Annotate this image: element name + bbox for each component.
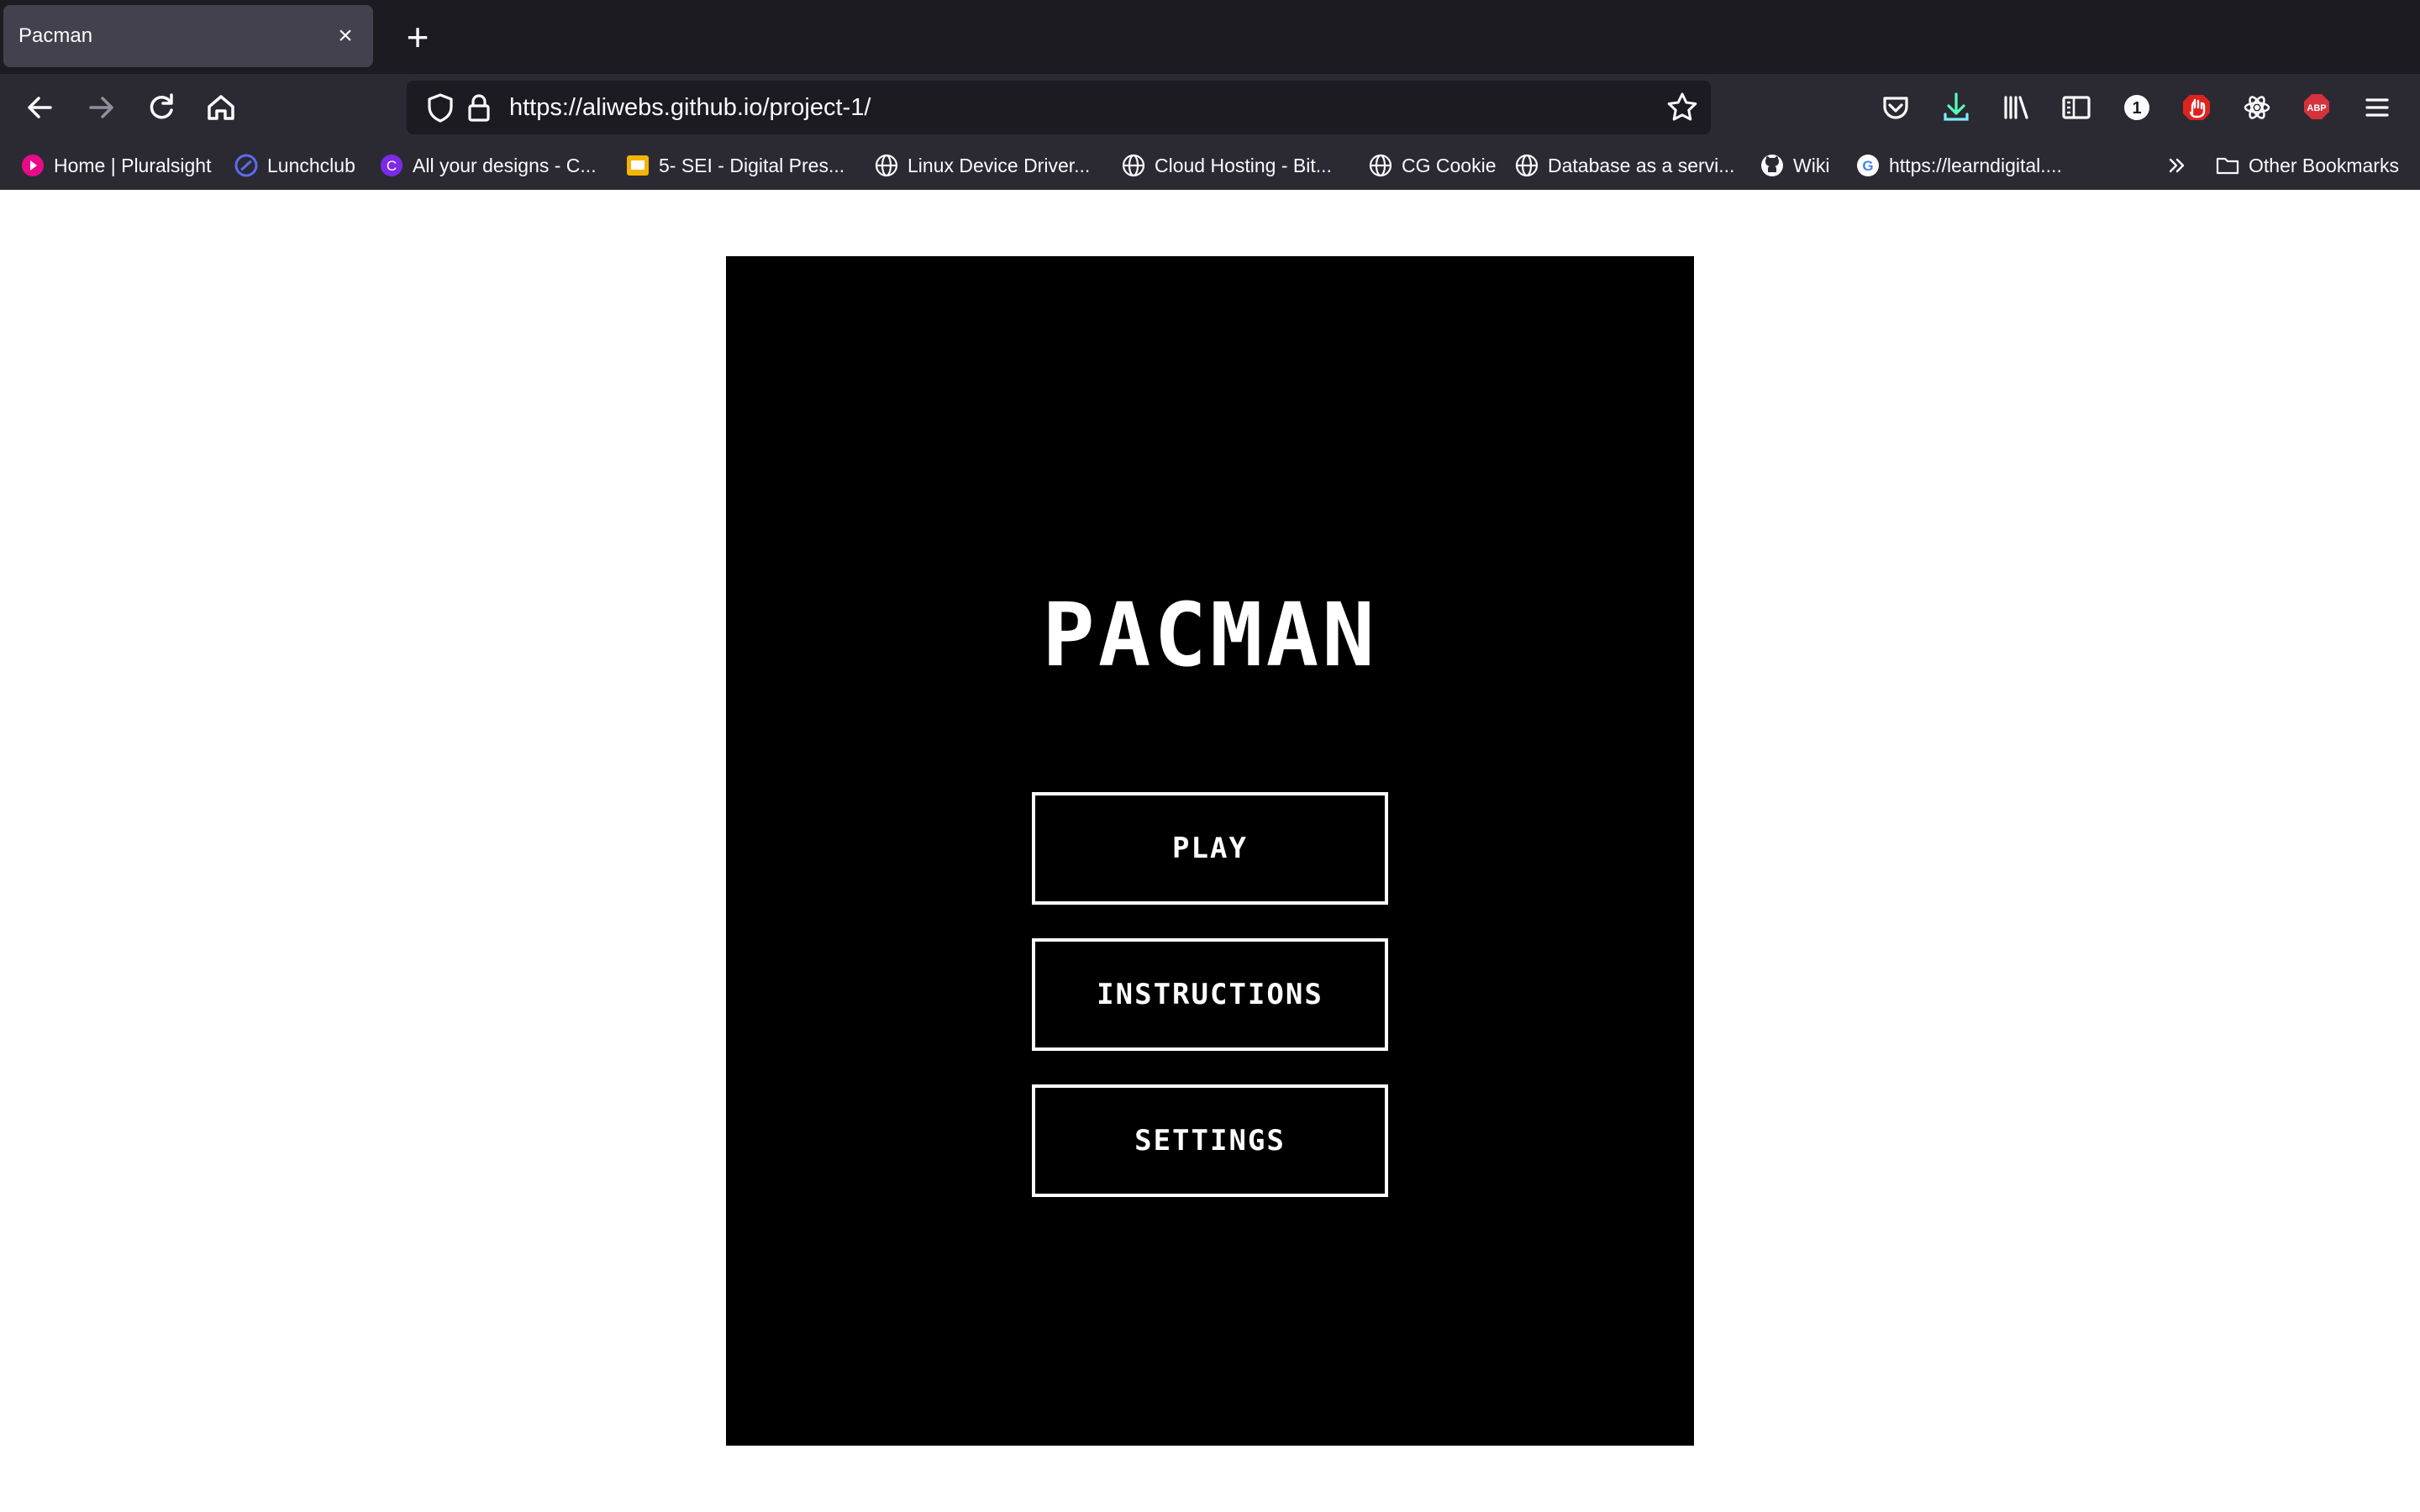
reload-button[interactable] (139, 86, 183, 129)
home-button[interactable] (199, 86, 243, 129)
svg-text:C: C (387, 158, 397, 174)
download-icon[interactable] (1934, 86, 1978, 129)
plus-icon: + (406, 15, 429, 59)
game-screen: PACMAN PLAY INSTRUCTIONS SETTINGS (726, 256, 1694, 1446)
url-input[interactable]: https://aliwebs.github.io/project-1/ (509, 81, 871, 134)
password-manager-icon[interactable]: 1 (2115, 86, 2159, 129)
instructions-button[interactable]: INSTRUCTIONS (1032, 938, 1388, 1051)
bookmark-slides[interactable]: 5- SEI - Digital Pres... (625, 141, 844, 190)
other-bookmarks[interactable]: Other Bookmarks (2215, 141, 2399, 190)
bookmark-label: Cloud Hosting - Bit... (1155, 154, 1332, 176)
bookmarks-overflow-button[interactable] (2165, 141, 2198, 190)
navigation-toolbar: https://aliwebs.github.io/project-1/ 1 A… (0, 74, 2420, 141)
bookmark-cg-cookie[interactable]: CG Cookie (1368, 141, 1496, 190)
bookmarks-toolbar: Home | Pluralsight Lunchclub C All your … (0, 141, 2420, 190)
tab-pacman[interactable]: Pacman × (3, 5, 373, 67)
bookmark-cloud-hosting[interactable]: Cloud Hosting - Bit... (1121, 141, 1332, 190)
bookmark-label: Database as a servi... (1548, 154, 1735, 176)
reload-icon (150, 93, 173, 119)
bookmark-label: CG Cookie (1402, 154, 1497, 176)
star-icon[interactable] (1662, 87, 1702, 128)
pocket-icon[interactable] (1874, 86, 1918, 129)
google-icon: G (1855, 153, 1881, 178)
globe-icon (1121, 153, 1146, 178)
bookmark-linux-device-driver[interactable]: Linux Device Driver... (874, 141, 1090, 190)
password-manager-badge: 1 (2132, 99, 2141, 118)
bookmark-pluralsight[interactable]: Home | Pluralsight (20, 141, 212, 190)
library-icon[interactable] (1994, 86, 2038, 129)
bookmark-label: All your designs - C... (413, 154, 597, 176)
chevron-double-right-icon (2165, 153, 2190, 178)
bookmark-label: Other Bookmarks (2249, 154, 2399, 176)
settings-button[interactable]: SETTINGS (1032, 1084, 1388, 1197)
react-devtools-icon[interactable] (2235, 86, 2279, 129)
adblock-badge: ABP (2307, 103, 2326, 113)
slides-icon (625, 153, 650, 178)
tab-title: Pacman (18, 24, 93, 47)
game-title: PACMAN (1042, 584, 1378, 686)
bookmark-wiki[interactable]: Wiki (1760, 141, 1829, 190)
arrow-right-icon (89, 97, 113, 118)
tab-strip: Pacman × + (0, 0, 2420, 74)
bookmark-learndigital[interactable]: G https://learndigital.... (1855, 141, 2062, 190)
bookmark-label: Linux Device Driver... (908, 154, 1091, 176)
lock-icon[interactable] (459, 87, 499, 128)
bookmark-label: Wiki (1793, 154, 1830, 176)
forward-button[interactable] (79, 86, 123, 129)
pluralsight-icon (20, 153, 45, 178)
bookmark-database-service[interactable]: Database as a servi... (1514, 141, 1734, 190)
bookmark-label: https://learndigital.... (1889, 154, 2062, 176)
globe-icon (1368, 153, 1393, 178)
folder-icon (2215, 153, 2240, 178)
play-button[interactable]: PLAY (1032, 792, 1388, 905)
close-icon[interactable]: × (333, 22, 358, 50)
bookmark-canva[interactable]: C All your designs - C... (379, 141, 597, 190)
bookmark-label: Lunchclub (267, 154, 355, 176)
arrow-left-icon (28, 97, 52, 118)
sidebar-icon[interactable] (2054, 86, 2098, 129)
adblock-icon[interactable]: ABP (2295, 86, 2338, 129)
github-icon (1760, 153, 1785, 178)
new-tab-button[interactable]: + (397, 15, 439, 59)
shield-icon[interactable] (420, 87, 460, 128)
menu-icon[interactable] (2355, 86, 2399, 129)
canva-icon: C (379, 153, 404, 178)
svg-text:G: G (1862, 158, 1873, 174)
ublock-icon[interactable] (2175, 86, 2218, 129)
bookmark-lunchclub[interactable]: Lunchclub (234, 141, 355, 190)
back-button[interactable] (18, 86, 62, 129)
globe-icon (874, 153, 899, 178)
globe-icon (1514, 153, 1539, 178)
url-bar[interactable]: https://aliwebs.github.io/project-1/ (407, 81, 1711, 134)
lunchclub-icon (234, 153, 259, 178)
home-icon (208, 95, 234, 120)
bookmark-label: 5- SEI - Digital Pres... (659, 154, 845, 176)
bookmark-label: Home | Pluralsight (54, 154, 212, 176)
